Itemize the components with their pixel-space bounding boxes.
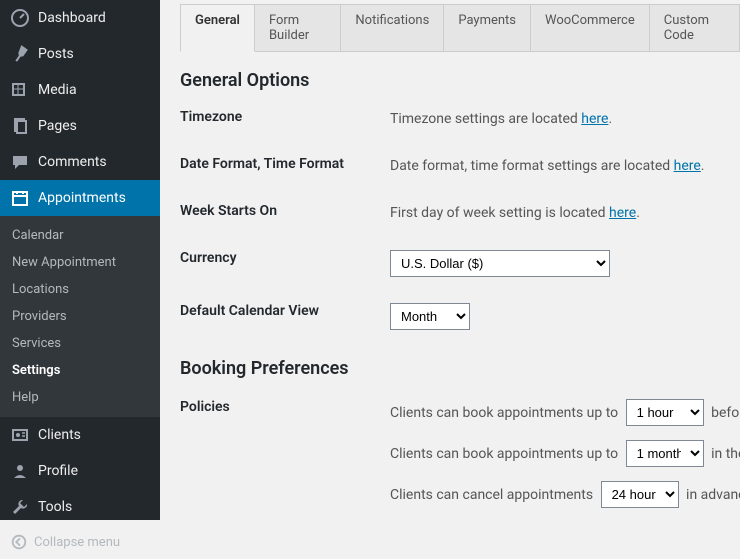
collapse-menu[interactable]: Collapse menu [0, 525, 160, 559]
section-heading-booking: Booking Preferences [180, 358, 740, 379]
tab-notifications[interactable]: Notifications [341, 4, 444, 52]
field-desc: First day of week setting is located her… [390, 203, 640, 224]
policy-cancel-select[interactable]: 24 hours [601, 481, 679, 508]
weekstart-link[interactable]: here [609, 205, 636, 221]
field-label: Policies [180, 399, 390, 415]
field-label: Date Format, Time Format [180, 156, 390, 172]
submenu-item-newappointment[interactable]: New Appointment [0, 249, 160, 276]
sidebar-submenu: Calendar New Appointment Locations Provi… [0, 216, 160, 417]
profile-icon [10, 461, 30, 481]
field-label: Currency [180, 250, 390, 266]
policy-before-start: Clients can book appointments up to 1 ho… [390, 399, 740, 426]
sidebar-item-clients[interactable]: Clients [0, 417, 160, 453]
sidebar-label: Pages [38, 118, 77, 134]
settings-tabs: General Form Builder Notifications Payme… [180, 4, 740, 52]
submenu-item-locations[interactable]: Locations [0, 276, 160, 303]
field-dateformat: Date Format, Time Format Date format, ti… [180, 156, 740, 177]
main-content: General Form Builder Notifications Payme… [160, 0, 740, 520]
field-label: Default Calendar View [180, 303, 390, 319]
sidebar-label: Appointments [38, 190, 126, 206]
sidebar-item-dashboard[interactable]: Dashboard [0, 0, 160, 36]
field-weekstart: Week Starts On First day of week setting… [180, 203, 740, 224]
sidebar-label: Clients [38, 427, 81, 443]
field-label: Timezone [180, 109, 390, 125]
tab-form-builder[interactable]: Form Builder [255, 4, 341, 52]
tab-custom-code[interactable]: Custom Code [650, 4, 740, 52]
field-timezone: Timezone Timezone settings are located h… [180, 109, 740, 130]
admin-sidebar: Dashboard Posts Media Pages Comments App… [0, 0, 160, 520]
calendar-icon [10, 188, 30, 208]
policies-group: Clients can book appointments up to 1 ho… [390, 399, 740, 520]
tools-icon [10, 497, 30, 517]
sidebar-label: Profile [38, 463, 78, 479]
policy-future: Clients can book appointments up to 1 mo… [390, 440, 740, 467]
sidebar-item-profile[interactable]: Profile [0, 453, 160, 489]
sidebar-label: Dashboard [38, 10, 106, 26]
clients-icon [10, 425, 30, 445]
policy-cancel: Clients can cancel appointments 24 hours… [390, 481, 740, 508]
sidebar-label: Media [38, 82, 77, 98]
submenu-item-services[interactable]: Services [0, 330, 160, 357]
submenu-item-help[interactable]: Help [0, 384, 160, 411]
media-icon [10, 80, 30, 100]
collapse-label: Collapse menu [34, 535, 120, 550]
dashboard-icon [10, 8, 30, 28]
sidebar-item-pages[interactable]: Pages [0, 108, 160, 144]
field-currency: Currency U.S. Dollar ($) [180, 250, 740, 277]
tab-general[interactable]: General [180, 4, 255, 52]
sidebar-label: Posts [38, 46, 74, 62]
sidebar-label: Tools [38, 499, 72, 515]
submenu-item-calendar[interactable]: Calendar [0, 222, 160, 249]
policy-future-select[interactable]: 1 month [626, 440, 704, 467]
submenu-item-settings[interactable]: Settings [0, 357, 160, 384]
sidebar-label: Comments [38, 154, 107, 170]
field-label: Week Starts On [180, 203, 390, 219]
tab-payments[interactable]: Payments [444, 4, 531, 52]
submenu-item-providers[interactable]: Providers [0, 303, 160, 330]
tab-woocommerce[interactable]: WooCommerce [531, 4, 650, 52]
sidebar-item-appointments[interactable]: Appointments [0, 180, 160, 216]
collapse-icon [10, 533, 28, 551]
defaultview-select[interactable]: Month [390, 303, 470, 330]
timezone-link[interactable]: here [581, 111, 608, 127]
comment-icon [10, 152, 30, 172]
currency-select[interactable]: U.S. Dollar ($) [390, 250, 610, 277]
section-heading-general: General Options [180, 70, 740, 91]
policy-before-select[interactable]: 1 hour [626, 399, 704, 426]
field-policies: Policies Clients can book appointments u… [180, 399, 740, 520]
pin-icon [10, 44, 30, 64]
pages-icon [10, 116, 30, 136]
dateformat-link[interactable]: here [674, 158, 701, 174]
field-defaultview: Default Calendar View Month [180, 303, 740, 330]
sidebar-item-comments[interactable]: Comments [0, 144, 160, 180]
sidebar-item-posts[interactable]: Posts [0, 36, 160, 72]
field-desc: Date format, time format settings are lo… [390, 156, 705, 177]
field-desc: Timezone settings are located here. [390, 109, 612, 130]
sidebar-item-media[interactable]: Media [0, 72, 160, 108]
